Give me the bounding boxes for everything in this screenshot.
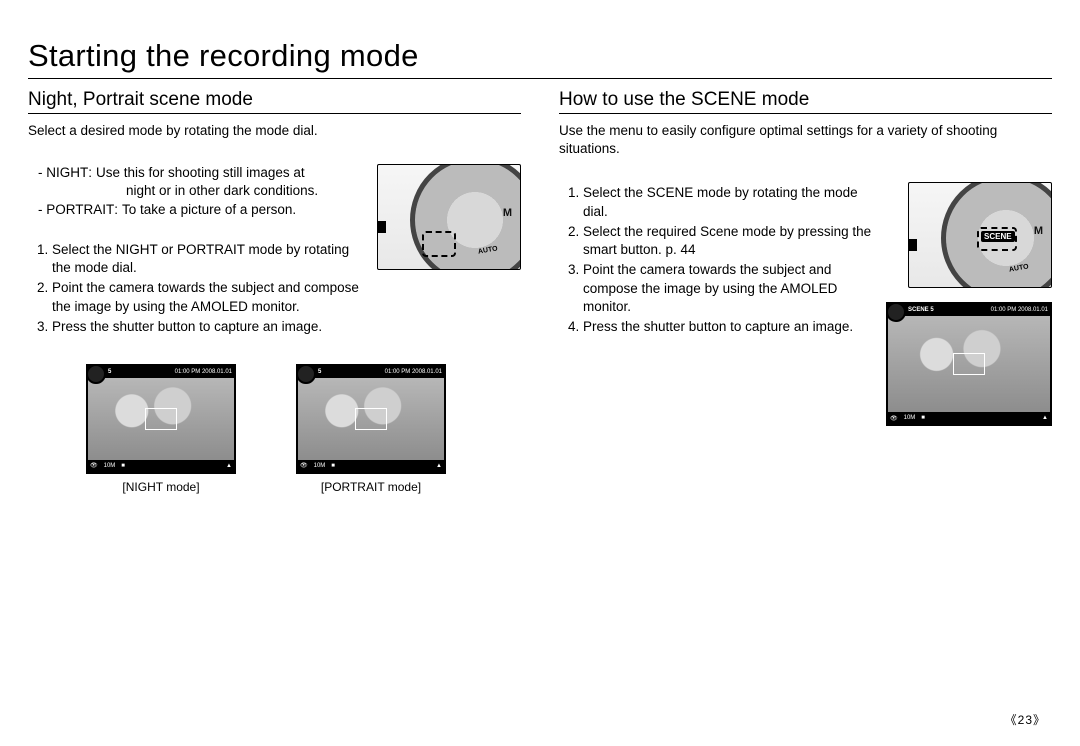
thumb-resolution: 10M [314,463,326,469]
right-step-1: Select the SCENE mode by rotating the mo… [583,184,876,220]
dial-m-icon: M [1034,225,1043,237]
thumb-resolution: 10M [104,463,116,469]
focus-target-icon [145,408,177,430]
right-step-2: Select the required Scene mode by pressi… [583,223,876,259]
thumbnail-scene: SCENE 5 01:00 PM 2008.01.01 👁 10M ■ ▲ [886,302,1052,426]
thumb-count: 5 [108,369,111,375]
mode-indicator-icon [296,364,316,384]
dial-m-icon: M [503,207,512,219]
left-step-2: Point the camera towards the subject and… [52,279,367,315]
thumb-timestamp: 01:00 PM 2008.01.01 [385,369,442,375]
mode-indicator-icon [86,364,106,384]
right-step-4: Press the shutter button to capture an i… [583,318,876,336]
caption-portrait: [PORTRAIT mode] [296,480,446,494]
left-subheading: Night, Portrait scene mode [28,89,521,114]
dial-highlight-dashed [422,231,456,257]
mode-definitions: - NIGHT : Use this for shooting still im… [38,164,367,219]
right-column: How to use the SCENE mode Use the menu t… [541,89,1052,494]
def-desc-night-1: Use this for shooting still images at [92,164,305,182]
thumb-mode: SCENE [908,307,929,313]
left-step-1: Select the NIGHT or PORTRAIT mode by rot… [52,241,367,277]
thumb-timestamp: 01:00 PM 2008.01.01 [991,307,1048,313]
page-title: Starting the recording mode [28,10,1052,79]
thumb-count: 5 [930,307,933,313]
right-subheading: How to use the SCENE mode [559,89,1052,114]
mode-dial-illustration-left: M AUTO [377,164,521,270]
def-desc-night-2: night or in other dark conditions. [122,182,318,200]
thumbnail-portrait: 5 01:00 PM 2008.01.01 👁 10M ■ ▲ [296,364,446,474]
def-desc-portrait: To take a picture of a person. [118,201,296,219]
right-intro: Use the menu to easily configure optimal… [559,122,1052,158]
left-intro: Select a desired mode by rotating the mo… [28,122,521,140]
left-step-3: Press the shutter button to capture an i… [52,318,367,336]
right-step-3: Point the camera towards the subject and… [583,261,876,316]
mode-dial-illustration-right: M AUTO SCENE [908,182,1052,288]
caption-night: [NIGHT mode] [86,480,236,494]
thumb-timestamp: 01:00 PM 2008.01.01 [175,369,232,375]
two-column-layout: Night, Portrait scene mode Select a desi… [28,89,1052,494]
focus-target-icon [355,408,387,430]
left-column: Night, Portrait scene mode Select a desi… [28,89,541,494]
def-label-portrait: - PORTRAIT [38,201,114,219]
dial-highlight-dashed [977,227,1017,251]
focus-target-icon [953,353,985,375]
page-number: 《23》 [1005,711,1046,728]
left-steps: Select the NIGHT or PORTRAIT mode by rot… [52,241,367,336]
left-thumbnails: 5 01:00 PM 2008.01.01 👁 10M ■ ▲ [NIGHT m… [86,364,521,494]
def-label-night: - NIGHT [38,164,88,182]
thumb-resolution: 10M [904,415,916,421]
thumbnail-night: 5 01:00 PM 2008.01.01 👁 10M ■ ▲ [86,364,236,474]
right-steps: Select the SCENE mode by rotating the mo… [583,184,876,336]
thumb-count: 5 [318,369,321,375]
